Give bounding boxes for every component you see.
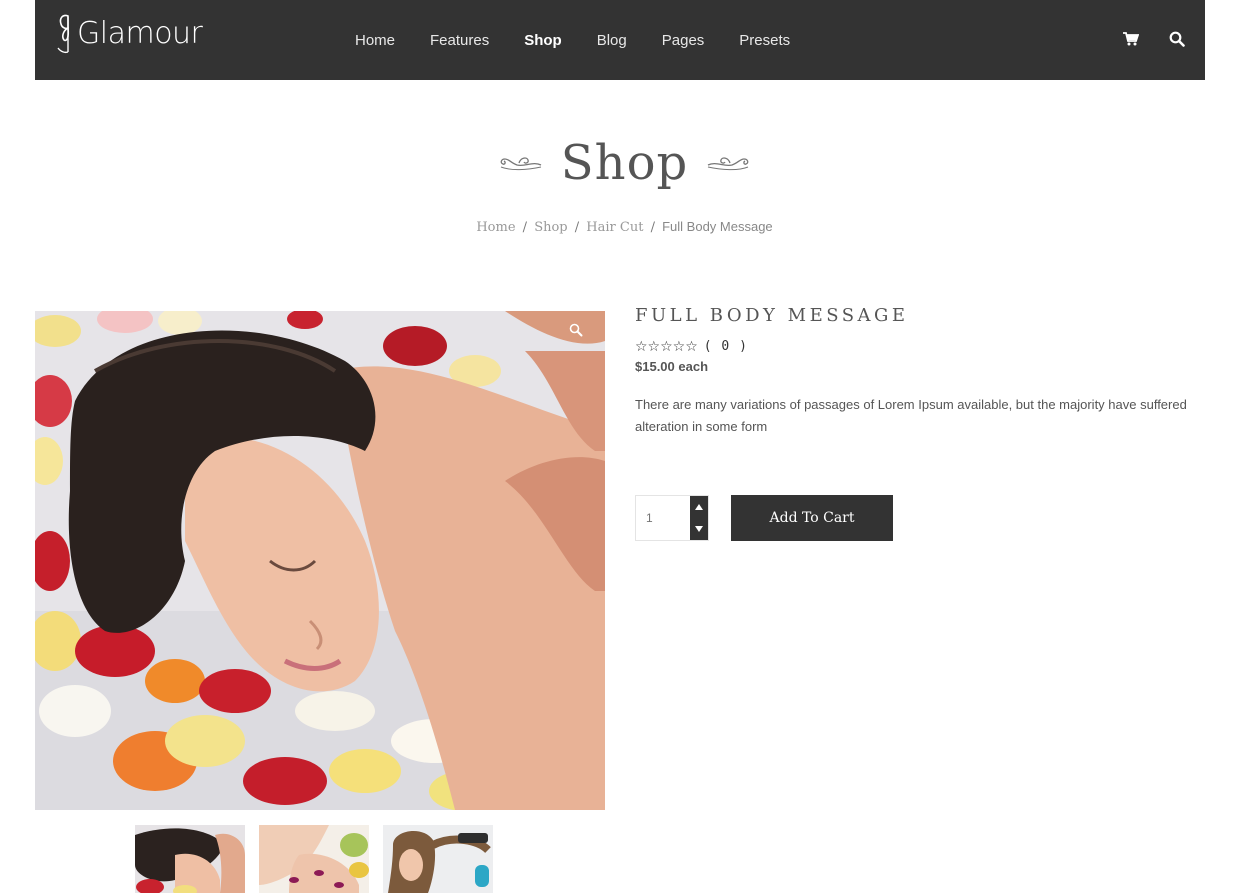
product-details: Full Body Message ☆☆☆☆☆ ( 0 ) $15.00 eac… — [635, 305, 1205, 541]
breadcrumb-home[interactable]: Home — [476, 220, 515, 235]
zoom-icon[interactable] — [565, 319, 587, 341]
thumbnail-hair[interactable] — [383, 825, 493, 893]
header-icons — [1121, 28, 1187, 50]
nav-item-blog[interactable]: Blog — [597, 32, 627, 49]
price-unit: each — [678, 359, 709, 374]
breadcrumb-separator: / — [650, 220, 655, 235]
thumbnail-strip — [135, 825, 493, 893]
thumbnail-nails[interactable] — [259, 825, 369, 893]
quantity-input[interactable] — [636, 496, 691, 540]
logo[interactable]: Glamour — [55, 10, 203, 56]
nav-item-home[interactable]: Home — [355, 32, 395, 49]
ornament-left-icon — [500, 157, 542, 171]
nav-item-shop[interactable]: Shop — [524, 32, 562, 49]
nav-item-presets[interactable]: Presets — [739, 32, 790, 49]
product-price: $15.00 each — [635, 359, 1205, 374]
breadcrumb-shop[interactable]: Shop — [534, 220, 567, 235]
price-value: $15.00 — [635, 359, 675, 374]
star-rating-icon[interactable]: ☆☆☆☆☆ — [635, 338, 698, 355]
product-photo — [35, 311, 605, 810]
thumbnail-massage[interactable] — [135, 825, 245, 893]
quantity-stepper — [635, 495, 709, 541]
page-header: Shop Home / Shop / Hair Cut / Full Body … — [0, 135, 1249, 235]
breadcrumb-separator: / — [522, 220, 528, 235]
logo-text: Glamour — [77, 15, 203, 51]
breadcrumb-separator: / — [574, 220, 580, 235]
page-title: Shop — [560, 135, 689, 191]
breadcrumb: Home / Shop / Hair Cut / Full Body Messa… — [0, 219, 1249, 235]
review-count[interactable]: ( 0 ) — [704, 339, 748, 354]
search-icon[interactable] — [1167, 28, 1187, 50]
add-to-cart-form: Add To Cart — [635, 495, 893, 541]
nav-item-features[interactable]: Features — [430, 32, 489, 49]
quantity-arrows — [690, 496, 708, 540]
quantity-decrease-icon[interactable] — [690, 518, 708, 540]
product-rating: ☆☆☆☆☆ ( 0 ) — [635, 338, 1205, 355]
breadcrumb-hair-cut[interactable]: Hair Cut — [586, 220, 643, 235]
add-to-cart-button[interactable]: Add To Cart — [731, 495, 893, 541]
product-title: Full Body Message — [635, 305, 909, 326]
nav-item-pages[interactable]: Pages — [662, 32, 705, 49]
cart-icon[interactable] — [1121, 28, 1141, 50]
product-description: There are many variations of passages of… — [635, 397, 1187, 434]
quantity-increase-icon[interactable] — [690, 496, 708, 518]
ornament-right-icon — [707, 157, 749, 171]
main-nav: Home Features Shop Blog Pages Presets — [355, 0, 825, 80]
site-header: Glamour Home Features Shop Blog Pages Pr… — [35, 0, 1205, 80]
breadcrumb-current: Full Body Message — [662, 219, 773, 234]
product-image[interactable] — [35, 311, 605, 810]
